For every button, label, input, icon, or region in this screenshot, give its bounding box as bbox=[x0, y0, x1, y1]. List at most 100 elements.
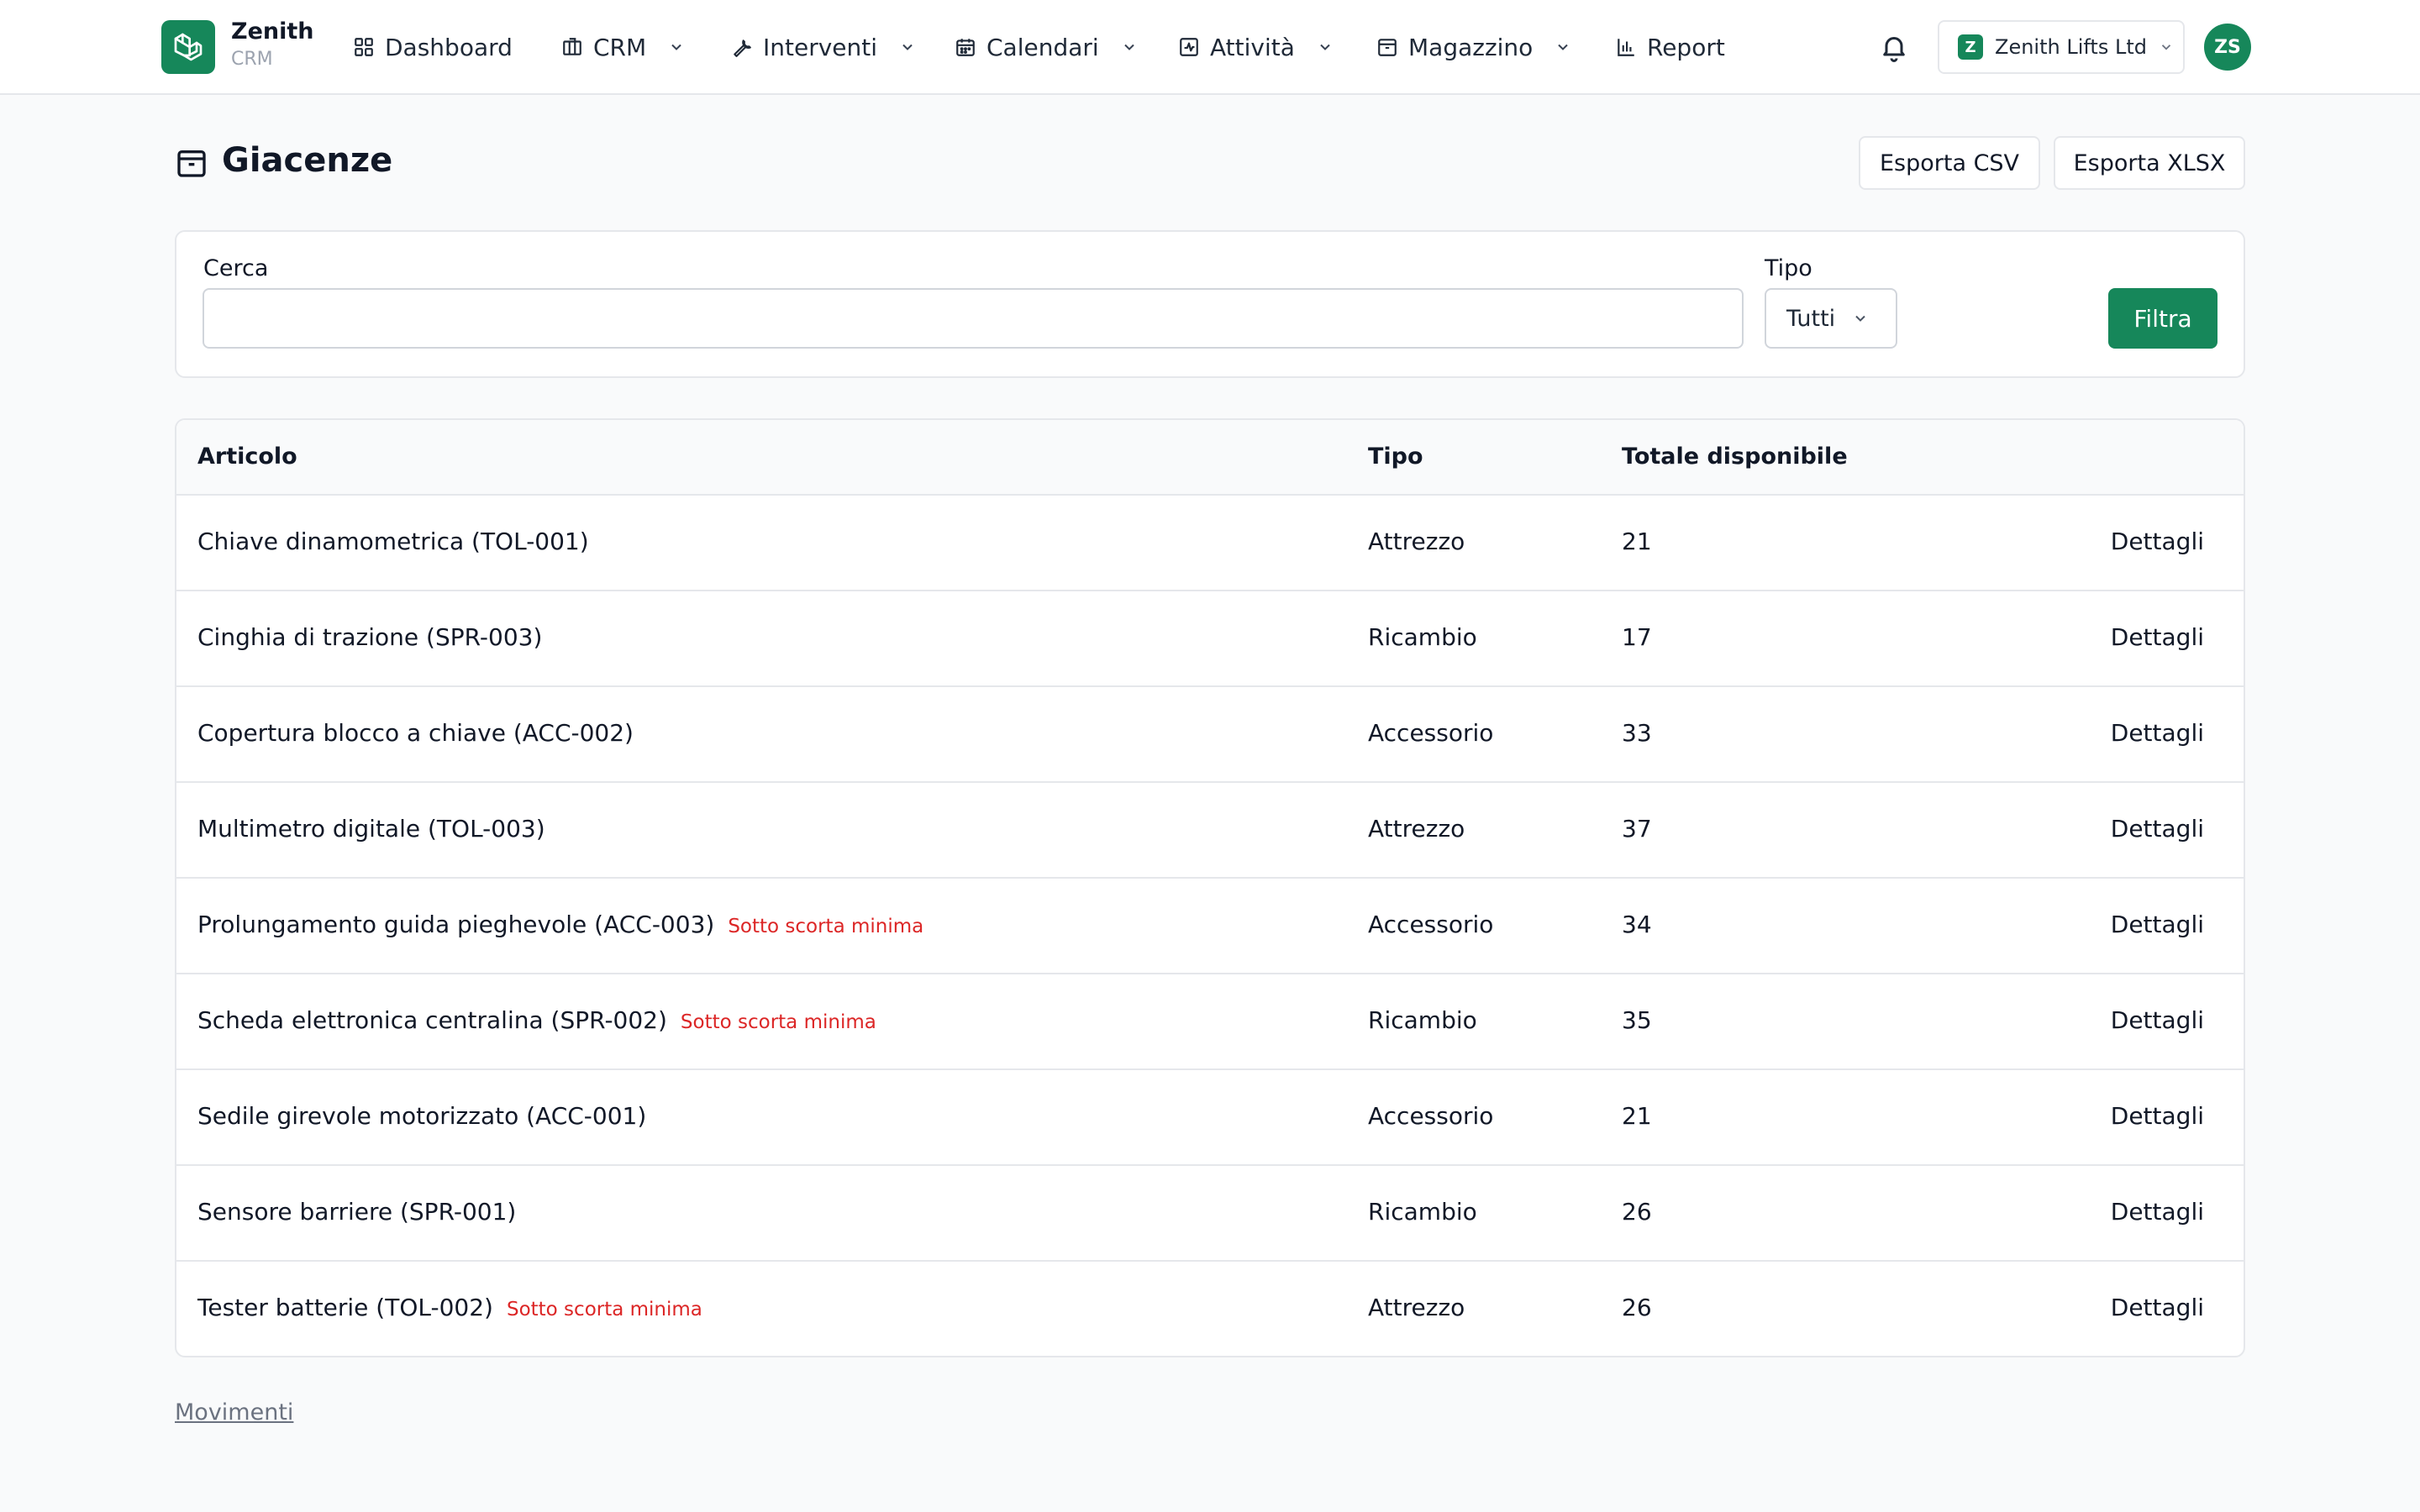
chevron-down-icon bbox=[1855, 315, 1865, 322]
search-label: Cerca bbox=[203, 255, 269, 281]
top-navbar: Zenith CRM Dashboard CRM Interventi Cale… bbox=[0, 0, 2420, 95]
table-header: Articolo Tipo Totale disponibile bbox=[176, 420, 2244, 496]
details-link[interactable]: Dettagli bbox=[2111, 719, 2204, 747]
nav-report-label: Report bbox=[1647, 33, 1725, 61]
nav-magazzino-label: Magazzino bbox=[1408, 33, 1534, 61]
details-link[interactable]: Dettagli bbox=[2111, 1102, 2204, 1130]
type-select[interactable]: Tutti bbox=[1765, 288, 1897, 349]
cell-tipo: Accessorio bbox=[1368, 719, 1494, 747]
details-link[interactable]: Dettagli bbox=[2111, 1198, 2204, 1226]
cell-articolo: Sensore barriere (SPR-001) bbox=[197, 1198, 516, 1226]
nav-crm-label: CRM bbox=[593, 33, 647, 61]
cell-totale: 34 bbox=[1622, 911, 1652, 938]
cell-tipo: Ricambio bbox=[1368, 1006, 1477, 1034]
cell-tipo: Ricambio bbox=[1368, 1198, 1477, 1226]
article-name: Sedile girevole motorizzato (ACC-001) bbox=[197, 1102, 647, 1130]
nav-interventi[interactable]: Interventi bbox=[731, 30, 916, 64]
table-row: Prolungamento guida pieghevole (ACC-003)… bbox=[176, 879, 2244, 974]
chevron-down-icon bbox=[1320, 44, 1330, 50]
column-header-articolo[interactable]: Articolo bbox=[197, 444, 297, 470]
nav-attivita[interactable]: Attività bbox=[1178, 30, 1334, 64]
chevron-down-icon bbox=[1558, 44, 1569, 50]
activity-icon bbox=[1180, 38, 1198, 56]
company-switcher[interactable]: Z Zenith Lifts Ltd bbox=[1938, 20, 2185, 74]
table-row: Cinghia di trazione (SPR-003) Ricambio 1… bbox=[176, 591, 2244, 687]
details-link[interactable]: Dettagli bbox=[2111, 623, 2204, 651]
cell-tipo: Attrezzo bbox=[1368, 1294, 1465, 1321]
page-title: Giacenze bbox=[222, 141, 393, 180]
cell-tipo: Accessorio bbox=[1368, 1102, 1494, 1130]
article-name: Cinghia di trazione (SPR-003) bbox=[197, 623, 543, 651]
filter-button[interactable]: Filtra bbox=[2108, 288, 2217, 349]
stock-table: Articolo Tipo Totale disponibile Chiave … bbox=[175, 418, 2245, 1357]
cell-totale: 26 bbox=[1622, 1294, 1652, 1321]
company-name: Zenith Lifts Ltd bbox=[1995, 35, 2147, 59]
cell-totale: 37 bbox=[1622, 815, 1652, 843]
nav-magazzino[interactable]: Magazzino bbox=[1376, 30, 1571, 64]
table-row: Tester batterie (TOL-002) Sotto scorta m… bbox=[176, 1262, 2244, 1356]
building-icon bbox=[563, 38, 581, 55]
avatar[interactable]: ZS bbox=[2204, 24, 2251, 71]
chevron-down-icon bbox=[671, 44, 681, 50]
nav-dashboard-label: Dashboard bbox=[385, 33, 513, 61]
article-name: Sensore barriere (SPR-001) bbox=[197, 1198, 517, 1226]
type-label: Tipo bbox=[1765, 255, 1812, 281]
cell-articolo: Copertura blocco a chiave (ACC-002) bbox=[197, 719, 634, 747]
nav-calendari-label: Calendari bbox=[986, 33, 1099, 61]
cell-totale: 21 bbox=[1622, 1102, 1652, 1130]
table-row: Chiave dinamometrica (TOL-001) Attrezzo … bbox=[176, 496, 2244, 591]
logo-icon[interactable] bbox=[161, 20, 215, 74]
column-header-tipo[interactable]: Tipo bbox=[1368, 444, 1423, 470]
nav-report[interactable]: Report bbox=[1615, 30, 1725, 64]
brand-subtitle: CRM bbox=[231, 49, 273, 70]
details-link[interactable]: Dettagli bbox=[2111, 911, 2204, 938]
table-row: Scheda elettronica centralina (SPR-002) … bbox=[176, 974, 2244, 1070]
export-xlsx-button[interactable]: Esporta XLSX bbox=[2054, 136, 2245, 190]
low-stock-warning: Sotto scorta minima bbox=[506, 1299, 702, 1320]
article-name: Chiave dinamometrica (TOL-001) bbox=[197, 528, 589, 555]
table-row: Sensore barriere (SPR-001) Ricambio 26 D… bbox=[176, 1166, 2244, 1262]
cell-totale: 33 bbox=[1622, 719, 1652, 747]
cell-articolo: Chiave dinamometrica (TOL-001) bbox=[197, 528, 589, 555]
cell-totale: 17 bbox=[1622, 623, 1652, 651]
search-input[interactable] bbox=[203, 288, 1744, 349]
table-row: Copertura blocco a chiave (ACC-002) Acce… bbox=[176, 687, 2244, 783]
bell-icon[interactable] bbox=[1879, 32, 1909, 62]
article-name: Tester batterie (TOL-002) bbox=[197, 1294, 493, 1321]
movimenti-link[interactable]: Movimenti bbox=[175, 1399, 293, 1425]
calendar-icon bbox=[956, 39, 975, 56]
details-link[interactable]: Dettagli bbox=[2111, 528, 2204, 555]
box-icon bbox=[1378, 39, 1397, 56]
cell-articolo: Prolungamento guida pieghevole (ACC-003)… bbox=[197, 911, 923, 938]
details-link[interactable]: Dettagli bbox=[2111, 1294, 2204, 1321]
chevron-down-icon bbox=[902, 44, 913, 50]
column-header-totale[interactable]: Totale disponibile bbox=[1622, 444, 1848, 470]
cell-totale: 26 bbox=[1622, 1198, 1652, 1226]
cell-tipo: Accessorio bbox=[1368, 911, 1494, 938]
nav-calendari[interactable]: Calendari bbox=[955, 30, 1138, 64]
cell-articolo: Tester batterie (TOL-002) Sotto scorta m… bbox=[197, 1294, 702, 1321]
type-select-value: Tutti bbox=[1786, 305, 1836, 332]
cell-tipo: Attrezzo bbox=[1368, 528, 1465, 555]
wrench-icon bbox=[734, 39, 751, 57]
cell-articolo: Cinghia di trazione (SPR-003) bbox=[197, 623, 542, 651]
box-icon bbox=[177, 150, 206, 177]
nav-dashboard[interactable]: Dashboard bbox=[353, 30, 513, 64]
bar-chart-icon bbox=[1618, 39, 1634, 56]
nav-interventi-label: Interventi bbox=[763, 33, 878, 61]
table-row: Multimetro digitale (TOL-003) Attrezzo 3… bbox=[176, 783, 2244, 879]
nav-attivita-label: Attività bbox=[1210, 33, 1295, 61]
export-csv-button[interactable]: Esporta CSV bbox=[1859, 136, 2040, 190]
details-link[interactable]: Dettagli bbox=[2111, 1006, 2204, 1034]
cell-totale: 35 bbox=[1622, 1006, 1652, 1034]
details-link[interactable]: Dettagli bbox=[2111, 815, 2204, 843]
company-badge: Z bbox=[1958, 34, 1983, 60]
cell-tipo: Ricambio bbox=[1368, 623, 1477, 651]
dashboard-grid-icon bbox=[355, 38, 373, 56]
brand-name[interactable]: Zenith bbox=[231, 18, 314, 45]
nav-crm[interactable]: CRM bbox=[561, 30, 685, 64]
article-name: Multimetro digitale (TOL-003) bbox=[197, 815, 545, 843]
table-body: Chiave dinamometrica (TOL-001) Attrezzo … bbox=[176, 496, 2244, 1356]
table-row: Sedile girevole motorizzato (ACC-001) Ac… bbox=[176, 1070, 2244, 1166]
article-name: Prolungamento guida pieghevole (ACC-003) bbox=[197, 911, 715, 938]
